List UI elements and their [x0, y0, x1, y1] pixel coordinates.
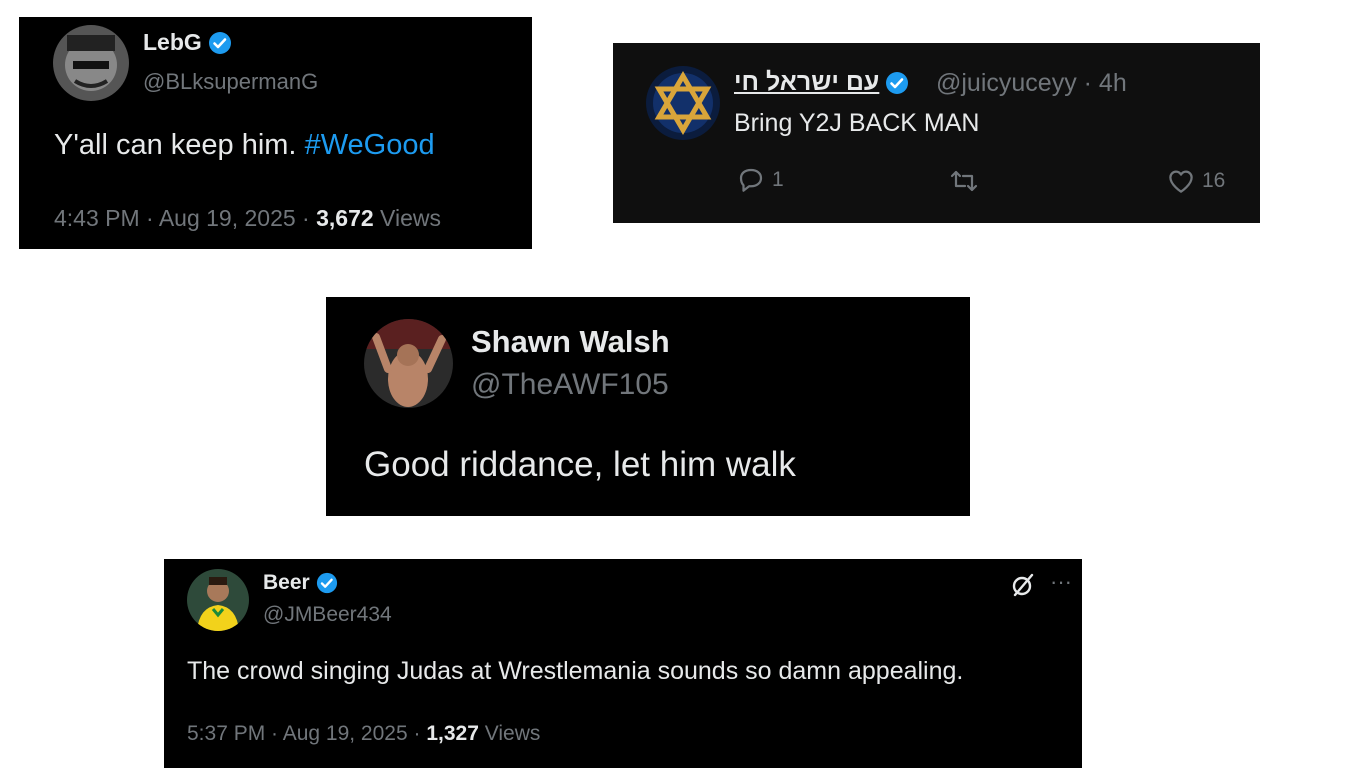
tweet-text: Good riddance, let him walk — [364, 445, 796, 484]
like-button[interactable]: 16 — [1166, 166, 1225, 196]
user-name-text: Beer — [263, 571, 310, 594]
hashtag-link[interactable]: #WeGood — [305, 129, 435, 161]
more-icon[interactable]: ··· — [1050, 569, 1072, 595]
tweet-text: Y'all can keep him. #WeGood — [54, 129, 435, 162]
verified-badge-icon — [316, 572, 338, 594]
tweet-text: Bring Y2J BACK MAN — [734, 109, 980, 137]
tweet-text-plain: Y'all can keep him. — [54, 129, 305, 161]
user-name-text: LebG — [143, 29, 202, 55]
reply-count: 1 — [772, 168, 784, 191]
tweet-card-lebg: LebG @BLksupermanG Y'all can keep him. #… — [19, 17, 532, 249]
user-handle[interactable]: @JMBeer434 — [263, 603, 392, 627]
user-handle[interactable]: @TheAWF105 — [471, 368, 669, 402]
like-icon — [1166, 166, 1196, 196]
reply-button[interactable]: 1 — [736, 165, 784, 195]
timestamp[interactable]: 4:43 PM · Aug 19, 2025 · — [54, 205, 316, 231]
reply-icon — [736, 165, 766, 195]
grok-icon[interactable] — [1010, 571, 1036, 599]
avatar[interactable] — [187, 569, 249, 631]
views-count: 1,327 — [426, 722, 479, 745]
tweet-card-juicyuceyy: עם ישראל חי @juicyuceyy · 4h Bring Y2J B… — [613, 43, 1260, 223]
tweet-text: The crowd singing Judas at Wrestlemania … — [187, 657, 964, 685]
user-name[interactable]: Beer — [263, 571, 338, 595]
like-count: 16 — [1202, 169, 1226, 192]
views-count: 3,672 — [316, 205, 374, 231]
verified-badge-icon — [208, 31, 232, 55]
timestamp[interactable]: 5:37 PM · Aug 19, 2025 · — [187, 722, 426, 745]
avatar[interactable] — [364, 319, 453, 408]
avatar[interactable] — [53, 25, 129, 101]
user-name-text: עם ישראל חי — [734, 68, 880, 96]
verified-badge-icon — [885, 71, 909, 95]
avatar[interactable] — [646, 66, 720, 140]
retweet-icon — [948, 166, 980, 196]
user-name[interactable]: LebG — [143, 29, 232, 56]
user-handle[interactable]: @BLksupermanG — [143, 69, 318, 95]
views-label: Views — [478, 722, 541, 745]
user-name[interactable]: עם ישראל חי — [734, 68, 909, 97]
tweet-card-beer: Beer @JMBeer434 ··· The crowd singing Ju… — [164, 559, 1082, 768]
tweet-meta: 4:43 PM · Aug 19, 2025 · 3,672 Views — [54, 205, 441, 232]
views-label: Views — [373, 205, 441, 231]
user-name[interactable]: Shawn Walsh — [471, 324, 670, 360]
retweet-button[interactable] — [948, 166, 980, 196]
user-handle-time[interactable]: @juicyuceyy · 4h — [936, 69, 1127, 98]
tweet-card-shawn-walsh: Shawn Walsh @TheAWF105 Good riddance, le… — [326, 297, 970, 516]
tweet-meta: 5:37 PM · Aug 19, 2025 · 1,327 Views — [187, 722, 540, 746]
